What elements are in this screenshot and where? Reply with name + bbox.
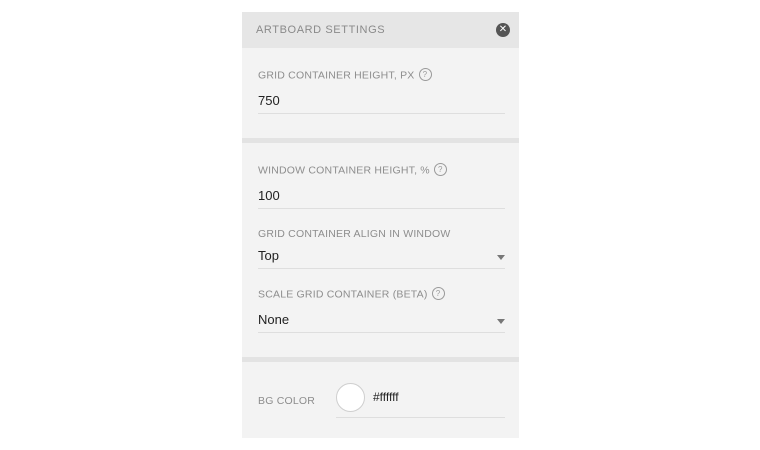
window-height-underline: [258, 208, 505, 209]
help-icon[interactable]: ?: [433, 163, 447, 176]
bg-color-label: BG COLOR: [258, 395, 316, 407]
window-height-label: WINDOW CONTAINER HEIGHT, %?: [258, 163, 447, 177]
window-height-input[interactable]: 100: [258, 188, 280, 203]
grid-height-label: GRID CONTAINER HEIGHT, PX?: [258, 68, 432, 82]
grid-align-select[interactable]: [258, 243, 505, 267]
panel-header: ARTBOARD SETTINGS ✕: [242, 12, 519, 48]
chevron-down-icon: [497, 255, 505, 260]
grid-height-label-text: GRID CONTAINER HEIGHT, PX: [258, 69, 415, 82]
grid-align-underline: [258, 268, 505, 269]
grid-align-label: GRID CONTAINER ALIGN IN WINDOW: [258, 228, 451, 240]
grid-height-underline: [258, 113, 505, 114]
bg-color-input[interactable]: #ffffff: [373, 390, 399, 404]
section-divider: [242, 357, 519, 362]
help-icon[interactable]: ?: [431, 287, 445, 300]
scale-label-text: SCALE GRID CONTAINER (BETA): [258, 288, 428, 301]
artboard-settings-panel: ARTBOARD SETTINGS ✕ GRID CONTAINER HEIGH…: [242, 12, 519, 438]
grid-height-input[interactable]: 750: [258, 93, 280, 108]
scale-label: SCALE GRID CONTAINER (BETA)?: [258, 287, 445, 301]
chevron-down-icon: [497, 319, 505, 324]
bg-color-underline: [336, 417, 505, 418]
scale-underline: [258, 332, 505, 333]
help-icon[interactable]: ?: [418, 68, 432, 81]
close-icon[interactable]: ✕: [496, 23, 510, 37]
section-divider: [242, 138, 519, 143]
panel-title: ARTBOARD SETTINGS: [256, 24, 386, 36]
window-height-label-text: WINDOW CONTAINER HEIGHT, %: [258, 164, 430, 177]
scale-select[interactable]: [258, 307, 505, 331]
scale-value: None: [258, 312, 290, 327]
bg-color-swatch[interactable]: [336, 383, 365, 412]
grid-align-value: Top: [258, 248, 279, 263]
